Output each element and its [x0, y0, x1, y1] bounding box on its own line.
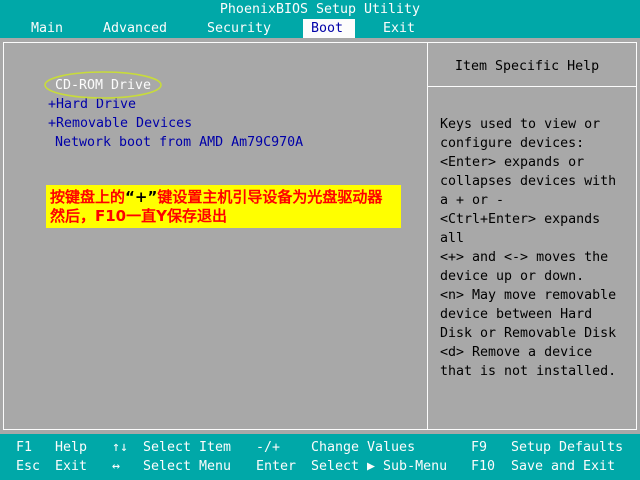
annotation-line-1: 按键盘上的“+”键设置主机引导设备为光盘驱动器 [50, 187, 382, 207]
instruction-annotation: 按键盘上的“+”键设置主机引导设备为光盘驱动器 然后，F10一直Y保存退出 [46, 185, 401, 228]
tab-advanced[interactable]: Advanced [95, 19, 175, 38]
help-line: <Enter> expands or [440, 155, 585, 170]
key-legend-bar: F1 Help ↑↓ Select Item -/+ Change Values… [0, 434, 640, 480]
panel-divider-vertical [427, 42, 428, 430]
help-line: Disk or Removable Disk [440, 326, 617, 341]
annotation-line-1-end: 键设置主机引导设备为光盘驱动器 [157, 188, 383, 206]
boot-item-hard-drive[interactable]: +Hard Drive [48, 95, 136, 114]
legend-desc-select-submenu: Select ▶ Sub-Menu [311, 459, 448, 474]
legend-key-esc: Esc [16, 459, 41, 474]
help-line: <d> Remove a device [440, 345, 593, 360]
help-line: Keys used to view or [440, 117, 601, 132]
left-right-arrow-icon: ↔ [112, 459, 121, 474]
boot-item-removable-devices[interactable]: +Removable Devices [48, 114, 192, 133]
menu-bar: Main Advanced Security Boot Exit [0, 19, 640, 38]
legend-desc-setup-defaults: Setup Defaults [511, 440, 624, 455]
help-line: that is not installed. [440, 364, 617, 379]
tab-security[interactable]: Security [199, 19, 279, 38]
tab-exit[interactable]: Exit [375, 19, 423, 38]
help-title: Item Specific Help [455, 59, 600, 74]
boot-item-cdrom[interactable]: CD-ROM Drive [55, 76, 151, 95]
help-line: <+> and <-> moves the [440, 250, 609, 265]
tab-boot[interactable]: Boot [303, 19, 356, 38]
help-line: a + or - [440, 193, 505, 208]
window-title: PhoenixBIOS Setup Utility [0, 0, 640, 19]
legend-key-f9: F9 [471, 440, 488, 455]
help-line: configure devices: [440, 136, 585, 151]
annotation-line-1-start: 按键盘上的 [50, 188, 126, 206]
up-down-arrows-icon: ↑↓ [112, 440, 129, 455]
help-line: <n> May move removable [440, 288, 617, 303]
legend-key-enter: Enter [256, 459, 297, 474]
help-line: <Ctrl+Enter> expands [440, 212, 601, 227]
help-line: device between Hard [440, 307, 593, 322]
help-line: collapses devices with [440, 174, 617, 189]
legend-key-f10: F10 [471, 459, 496, 474]
legend-desc-change-values: Change Values [311, 440, 416, 455]
annotation-line-2: 然后，F10一直Y保存退出 [50, 207, 227, 225]
help-header-divider [427, 86, 637, 87]
legend-desc-select-menu: Select Menu [143, 459, 232, 474]
legend-desc-select-item: Select Item [143, 440, 232, 455]
help-line: all [440, 231, 465, 246]
legend-desc-save-exit: Save and Exit [511, 459, 616, 474]
legend-key-f1: F1 [16, 440, 33, 455]
annotation-plus-key: “+” [125, 188, 158, 206]
legend-desc-exit: Exit [55, 459, 88, 474]
tab-main[interactable]: Main [23, 19, 71, 38]
legend-desc-help: Help [55, 440, 88, 455]
legend-key-minus-plus: -/+ [256, 440, 281, 455]
boot-item-network[interactable]: Network boot from AMD Am79C970A [55, 133, 303, 152]
help-line: device up or down. [440, 269, 585, 284]
